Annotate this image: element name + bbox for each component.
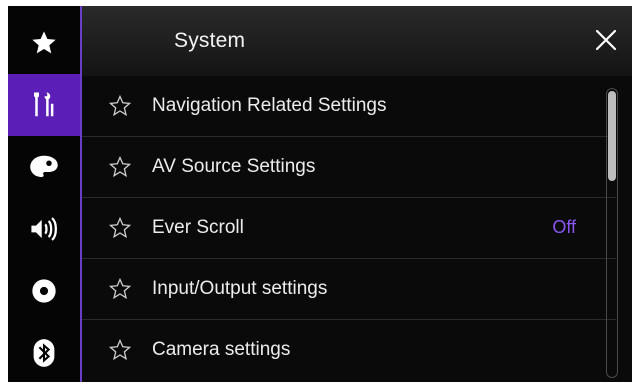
- menu-item-label: Ever Scroll: [152, 217, 244, 238]
- menu-item-input-output-settings[interactable]: Input/Output settings: [82, 259, 616, 320]
- palette-icon: [30, 155, 58, 177]
- menu-item-av-source-settings[interactable]: AV Source Settings: [82, 137, 616, 198]
- speaker-icon: [31, 217, 57, 241]
- page-title: System: [174, 29, 246, 52]
- sidebar-item-audio[interactable]: [8, 198, 80, 260]
- sidebar-item-system-settings[interactable]: [8, 74, 80, 136]
- menu-item-label: Navigation Related Settings: [152, 95, 387, 116]
- settings-list: Navigation Related Settings AV Source Se…: [82, 76, 616, 382]
- sidebar: [8, 6, 82, 382]
- star-outline-icon[interactable]: [108, 216, 132, 240]
- menu-item-label: Input/Output settings: [152, 278, 328, 299]
- disc-icon: [32, 279, 56, 303]
- star-icon: [32, 31, 56, 54]
- header-bar: System: [82, 6, 632, 76]
- ever-scroll-value: Off: [552, 217, 576, 237]
- star-outline-icon[interactable]: [108, 338, 132, 362]
- system-settings-screen: System Navigation Related Settings AV So…: [8, 6, 632, 382]
- close-icon: [595, 29, 617, 51]
- star-outline-icon[interactable]: [108, 155, 132, 179]
- menu-item-label: Camera settings: [152, 339, 291, 360]
- close-button[interactable]: [588, 22, 624, 58]
- settings-tools-icon: [34, 92, 54, 117]
- menu-item-ever-scroll[interactable]: Ever Scroll Off: [82, 198, 616, 259]
- sidebar-item-media[interactable]: [8, 260, 80, 322]
- menu-item-label: AV Source Settings: [152, 156, 316, 177]
- star-outline-icon[interactable]: [108, 277, 132, 301]
- scrollbar-thumb[interactable]: [608, 91, 616, 181]
- bluetooth-icon: [33, 339, 55, 367]
- menu-item-navigation-settings[interactable]: Navigation Related Settings: [82, 76, 616, 137]
- star-outline-icon[interactable]: [108, 94, 132, 118]
- menu-item-camera-settings[interactable]: Camera settings: [82, 320, 616, 381]
- sidebar-item-bluetooth[interactable]: [8, 322, 80, 382]
- sidebar-item-theme[interactable]: [8, 136, 80, 198]
- sidebar-item-favorites[interactable]: [8, 12, 80, 74]
- scrollbar[interactable]: [606, 88, 618, 378]
